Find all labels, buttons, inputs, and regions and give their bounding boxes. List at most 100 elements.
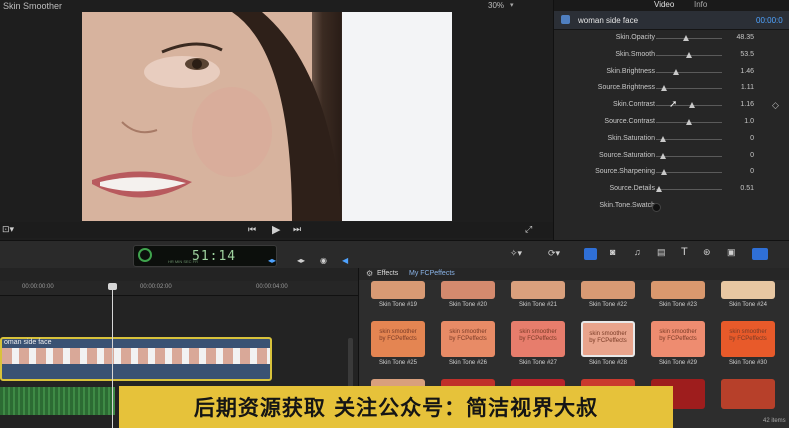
slider-thumb-icon[interactable] xyxy=(660,85,667,92)
param-row: Source.Sharpening 0 xyxy=(554,165,789,181)
generators-icon[interactable]: ⊛ xyxy=(703,247,711,258)
param-value[interactable]: 53.5 xyxy=(730,51,754,58)
param-value[interactable]: 1.46 xyxy=(730,68,754,75)
effect-thumbnail[interactable] xyxy=(721,379,775,409)
audio-skim-icon[interactable]: ◉ xyxy=(320,256,327,265)
slider-thumb-icon[interactable] xyxy=(686,119,692,125)
param-row: Source.Brightness 1.11 xyxy=(554,81,789,97)
slider-thumb-icon[interactable] xyxy=(682,35,689,41)
slider-thumb-icon[interactable] xyxy=(686,51,692,58)
face-image xyxy=(82,12,452,221)
slider-thumb-icon[interactable] xyxy=(689,102,696,109)
themes-icon[interactable]: ▣ xyxy=(727,247,736,258)
effect-thumbnail[interactable] xyxy=(441,281,495,299)
effect-thumbnail[interactable] xyxy=(721,281,775,299)
param-value[interactable]: 0 xyxy=(730,168,754,175)
keyframe-icon[interactable]: ◇ xyxy=(772,100,779,111)
slider-thumb-icon[interactable] xyxy=(656,186,663,193)
slider-thumb-icon[interactable] xyxy=(660,169,667,176)
timeline-clip[interactable]: oman side face xyxy=(0,337,272,381)
effect-label: Skin Tone #24 xyxy=(729,302,767,308)
skip-back-icon[interactable]: ⏮ xyxy=(248,224,256,235)
timeline-ruler[interactable]: 00:00:00:00 00:00:02:00 00:00:04:00 xyxy=(0,281,358,296)
param-label: Source.Details xyxy=(609,185,655,193)
video-effects-icon[interactable] xyxy=(584,248,597,260)
banner-text: 后期资源获取 关注公众号：简洁视界大叔 xyxy=(193,396,599,420)
param-label: Skin.Smooth xyxy=(615,50,655,58)
solo-icon[interactable]: ◀ xyxy=(342,256,348,265)
param-row: Source.Saturation 0 xyxy=(554,149,789,165)
transform-icon[interactable]: ⊡▾ xyxy=(2,224,14,235)
effect-thumbnail-text: skin smoother by FCPeffects xyxy=(659,329,697,342)
param-value[interactable]: 1.11 xyxy=(730,84,754,91)
param-slider[interactable] xyxy=(656,135,722,142)
cursor-icon: ➚ xyxy=(669,99,678,110)
zoom-level[interactable]: 30% xyxy=(488,1,504,10)
param-value[interactable]: 0 xyxy=(730,135,754,142)
effect-thumbnail[interactable]: skin smoother by FCPeffects xyxy=(441,321,495,357)
clip-filmstrip xyxy=(2,348,270,364)
param-slider[interactable] xyxy=(656,68,722,75)
param-label: Source.Brightness xyxy=(597,84,655,92)
fullscreen-icon[interactable]: ⤢ xyxy=(525,224,532,235)
slider-thumb-icon[interactable] xyxy=(659,135,666,142)
tab-video[interactable]: Video xyxy=(654,0,674,9)
effect-thumbnail[interactable]: skin smoother by FCPeffects xyxy=(651,321,705,357)
playhead[interactable] xyxy=(108,283,117,428)
param-slider[interactable] xyxy=(656,35,722,41)
magic-wand-icon[interactable]: ✧▾ xyxy=(510,248,522,259)
inspector-clip-name: woman side face xyxy=(578,16,639,25)
param-label: Skin.Opacity xyxy=(615,34,655,41)
param-slider[interactable] xyxy=(656,102,722,109)
param-row: Skin.Brightness 1.46 xyxy=(554,65,789,81)
effect-thumbnail[interactable] xyxy=(511,281,565,299)
param-slider[interactable] xyxy=(656,119,722,125)
timecode-display[interactable]: 51:14 HR MIN SEC FR xyxy=(133,245,277,267)
snapping-icon[interactable]: ◂▸ xyxy=(268,256,276,265)
param-value[interactable]: 1.16 xyxy=(730,101,754,108)
param-value[interactable]: 48.35 xyxy=(730,34,754,41)
item-count: 42 items xyxy=(763,418,786,424)
param-value[interactable]: 1.0 xyxy=(730,118,754,125)
effect-thumbnail[interactable] xyxy=(371,281,425,299)
param-row: Skin.Tone.Swatch xyxy=(554,199,789,215)
clip-label: oman side face xyxy=(4,339,52,346)
zoom-chevron-icon[interactable]: ▾ xyxy=(510,1,514,9)
color-swatch[interactable] xyxy=(652,203,661,212)
param-slider[interactable] xyxy=(656,186,722,193)
param-slider[interactable] xyxy=(656,169,722,176)
effect-label: Skin Tone #30 xyxy=(729,360,767,366)
effect-thumbnail[interactable] xyxy=(581,281,635,299)
play-icon[interactable]: ▶ xyxy=(272,223,280,236)
slider-thumb-icon[interactable] xyxy=(672,68,679,75)
effect-thumbnail[interactable]: skin smoother by FCPeffects xyxy=(721,321,775,357)
param-slider[interactable] xyxy=(656,85,722,92)
effect-thumbnail[interactable] xyxy=(651,281,705,299)
param-slider[interactable] xyxy=(656,51,722,58)
slider-thumb-icon[interactable] xyxy=(659,152,666,159)
effect-thumbnail-text: skin smoother by FCPeffects xyxy=(519,329,557,342)
effect-thumbnail[interactable]: skin smoother by FCPeffects xyxy=(511,321,565,357)
effect-thumbnail[interactable]: skin smoother by FCPeffects xyxy=(581,321,635,357)
retime-icon[interactable]: ⟳▾ xyxy=(548,248,560,259)
param-value[interactable]: 0.51 xyxy=(730,185,754,192)
timecode-value: 51:14 xyxy=(192,249,237,264)
param-slider[interactable] xyxy=(656,152,722,159)
skip-forward-icon[interactable]: ⏭ xyxy=(293,224,301,235)
audio-waveform[interactable] xyxy=(0,387,115,415)
effect-thumbnail-text: skin smoother by FCPeffects xyxy=(449,329,487,342)
titles-icon[interactable]: T xyxy=(681,246,688,258)
effect-thumbnail[interactable]: skin smoother by FCPeffects xyxy=(371,321,425,357)
param-row: Skin.Saturation 0 xyxy=(554,132,789,148)
music-icon[interactable]: ♫ xyxy=(634,247,641,257)
param-value[interactable]: 0 xyxy=(730,152,754,159)
param-label: Skin.Tone.Swatch xyxy=(599,202,655,209)
transitions-icon[interactable]: ▤ xyxy=(657,247,666,258)
param-label: Source.Sharpening xyxy=(595,168,655,176)
effect-label: Skin Tone #26 xyxy=(449,360,487,366)
camera-icon[interactable]: ◙ xyxy=(610,247,615,257)
playhead-handle-icon[interactable] xyxy=(108,283,117,290)
tab-info[interactable]: Info xyxy=(694,0,707,9)
effects-browser-icon[interactable] xyxy=(752,248,768,260)
skimming-icon[interactable]: ◂▸ xyxy=(297,256,305,265)
